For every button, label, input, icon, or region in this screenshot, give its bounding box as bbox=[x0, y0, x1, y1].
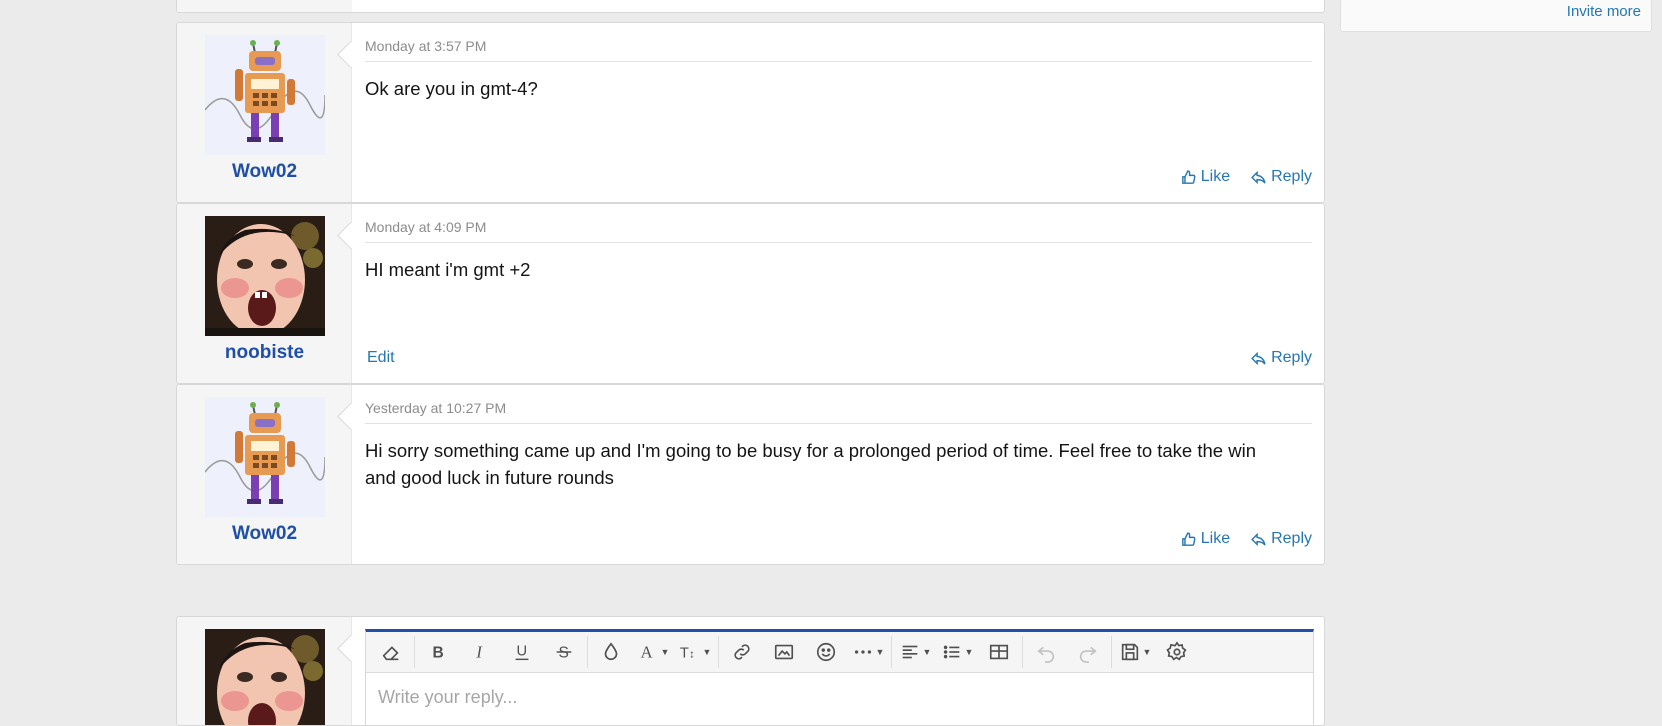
like-label: Like bbox=[1200, 168, 1231, 185]
reply-label: Reply bbox=[1271, 530, 1312, 547]
message-content: Monday at 3:57 PM Ok are you in gmt-4? L… bbox=[365, 23, 1312, 202]
redo-icon[interactable] bbox=[1067, 632, 1109, 672]
message-text: HI meant i'm gmt +2 bbox=[365, 259, 531, 280]
robot-avatar[interactable] bbox=[205, 397, 325, 517]
message-user-cell: noobiste bbox=[177, 204, 352, 383]
table-icon[interactable] bbox=[978, 632, 1020, 672]
link-icon[interactable] bbox=[721, 632, 763, 672]
message-text: Hi sorry something came up and I'm going… bbox=[365, 440, 1256, 488]
list-icon[interactable]: ▼ bbox=[936, 632, 978, 672]
reply-icon bbox=[1251, 170, 1266, 184]
invite-more-link[interactable]: Invite more bbox=[1567, 3, 1641, 20]
edit-button[interactable]: Edit bbox=[367, 349, 395, 367]
font-size-icon[interactable]: T ↕ ▼ bbox=[674, 632, 716, 672]
message-timestamp[interactable]: Yesterday at 10:27 PM bbox=[365, 400, 506, 416]
message-content: Yesterday at 10:27 PM Hi sorry something… bbox=[365, 385, 1312, 564]
reply-icon bbox=[1251, 532, 1266, 546]
reply-label: Reply bbox=[1271, 349, 1312, 366]
message-content: Monday at 4:09 PM HI meant i'm gmt +2 Ed… bbox=[365, 204, 1312, 383]
reply-button[interactable]: Reply bbox=[1250, 530, 1312, 548]
message-post: Wow02 Monday at 3:57 PM Ok are you in gm… bbox=[176, 22, 1325, 203]
thumbs-up-icon bbox=[1181, 169, 1196, 184]
message-post: noobiste Monday at 4:09 PM HI meant i'm … bbox=[176, 203, 1325, 384]
reply-editor: B I U S A ▼ T ↕ ▼ ▼ ▼ ▼ ▼ bbox=[365, 629, 1314, 725]
reply-input[interactable] bbox=[366, 673, 1313, 722]
thumbs-up-icon bbox=[1181, 531, 1196, 546]
message-post: Wow02 Yesterday at 10:27 PM Hi sorry som… bbox=[176, 384, 1325, 565]
like-button[interactable]: Like bbox=[1180, 530, 1230, 548]
reply-button[interactable]: Reply bbox=[1250, 168, 1312, 186]
svg-text:S: S bbox=[559, 645, 569, 662]
message-actions: Reply bbox=[1250, 349, 1312, 367]
bold-icon[interactable]: B bbox=[417, 632, 459, 672]
image-icon[interactable] bbox=[763, 632, 805, 672]
svg-text:T: T bbox=[679, 646, 688, 662]
quick-reply: B I U S A ▼ T ↕ ▼ ▼ ▼ ▼ ▼ bbox=[176, 616, 1325, 726]
svg-text:U: U bbox=[517, 644, 528, 660]
reply-button[interactable]: Reply bbox=[1250, 349, 1312, 367]
svg-text:B: B bbox=[433, 645, 444, 662]
strikethrough-icon[interactable]: S bbox=[543, 632, 585, 672]
svg-text:I: I bbox=[475, 643, 483, 662]
username-link[interactable]: noobiste bbox=[177, 342, 352, 364]
message-actions: Like Reply bbox=[1180, 530, 1312, 548]
divider bbox=[365, 242, 1312, 243]
face-avatar[interactable] bbox=[205, 629, 325, 725]
text-color-icon[interactable] bbox=[590, 632, 632, 672]
sidebar-members-block: Invite more bbox=[1340, 0, 1652, 32]
like-label: Like bbox=[1200, 530, 1231, 547]
svg-text:↕: ↕ bbox=[689, 649, 695, 661]
reply-icon bbox=[1251, 351, 1266, 365]
message-user-cell: Wow02 bbox=[177, 23, 352, 202]
like-button[interactable]: Like bbox=[1180, 168, 1230, 186]
more-icon[interactable]: ▼ bbox=[847, 632, 889, 672]
italic-icon[interactable]: I bbox=[459, 632, 501, 672]
robot-avatar[interactable] bbox=[205, 35, 325, 155]
message-user-cell bbox=[177, 617, 352, 725]
message-user-cell: Wow02 bbox=[177, 385, 352, 564]
message-text: Ok are you in gmt-4? bbox=[365, 78, 538, 99]
align-icon[interactable]: ▼ bbox=[894, 632, 936, 672]
font-family-icon[interactable]: A ▼ bbox=[632, 632, 674, 672]
eraser-icon[interactable] bbox=[370, 632, 412, 672]
editor-toolbar: B I U S A ▼ T ↕ ▼ ▼ ▼ ▼ ▼ bbox=[366, 632, 1313, 673]
message-actions: Like Reply bbox=[1180, 168, 1312, 186]
settings-icon[interactable] bbox=[1156, 632, 1198, 672]
divider bbox=[365, 423, 1312, 424]
underline-icon[interactable]: U bbox=[501, 632, 543, 672]
message-timestamp[interactable]: Monday at 3:57 PM bbox=[365, 38, 486, 54]
reply-label: Reply bbox=[1271, 168, 1312, 185]
divider bbox=[365, 61, 1312, 62]
username-link[interactable]: Wow02 bbox=[177, 161, 352, 183]
face-avatar[interactable] bbox=[205, 216, 325, 336]
username-link[interactable]: Wow02 bbox=[177, 523, 352, 545]
emoji-icon[interactable] bbox=[805, 632, 847, 672]
drafts-icon[interactable]: ▼ bbox=[1114, 632, 1156, 672]
message-timestamp[interactable]: Monday at 4:09 PM bbox=[365, 219, 486, 235]
previous-message-stub bbox=[176, 0, 1325, 13]
svg-text:A: A bbox=[640, 643, 652, 662]
undo-icon[interactable] bbox=[1025, 632, 1067, 672]
